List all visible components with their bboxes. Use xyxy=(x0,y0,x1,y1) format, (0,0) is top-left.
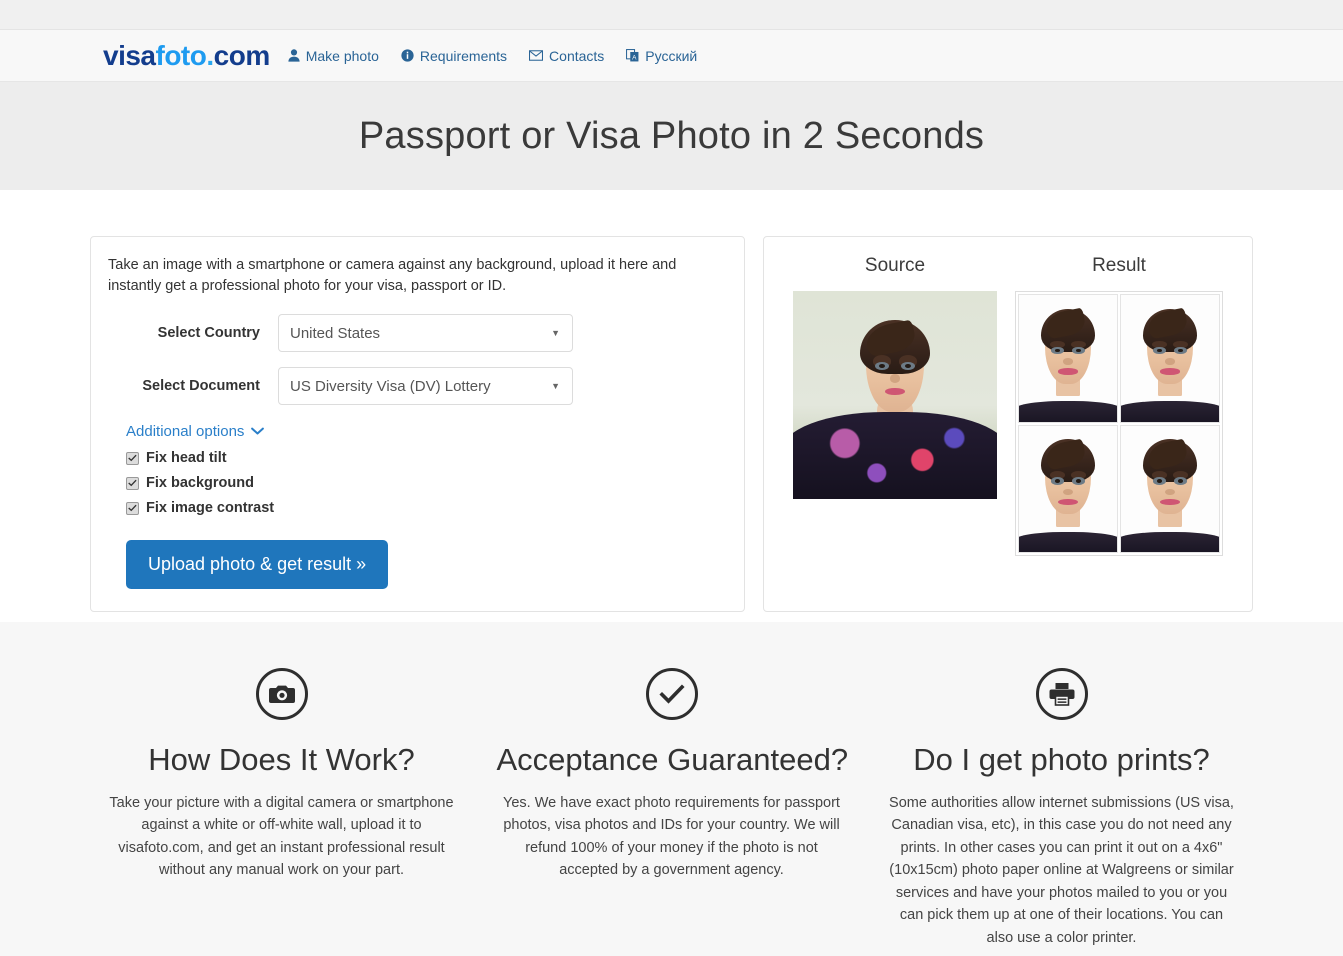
result-photo-4 xyxy=(1120,424,1220,553)
info-circle-icon xyxy=(401,49,414,62)
checkbox-fix-image-contrast[interactable] xyxy=(126,501,139,515)
feature-how-does-it-work: How Does It Work? Take your picture with… xyxy=(91,668,473,949)
option-fix-head-tilt[interactable]: Fix head tilt xyxy=(126,450,727,466)
feature-photo-prints: Do I get photo prints? Some authorities … xyxy=(871,668,1253,949)
browser-top-strip xyxy=(0,0,1343,30)
user-icon xyxy=(288,49,300,62)
logo-part-foto: foto xyxy=(155,39,207,71)
site-navbar: visafoto.com Make photo Requirements Con… xyxy=(0,30,1343,82)
document-label: Select Document xyxy=(142,378,260,395)
nav-label-contacts: Contacts xyxy=(549,47,605,64)
feature-text-how-does-it-work: Take your picture with a digital camera … xyxy=(109,795,454,879)
document-row: Select Document US Diversity Visa (DV) L… xyxy=(108,367,727,406)
result-photo-1 xyxy=(1018,294,1118,423)
envelope-icon xyxy=(529,50,544,61)
option-fix-background[interactable]: Fix background xyxy=(126,475,727,491)
country-row: Select Country United States ▼ xyxy=(108,314,727,353)
nav-item-russian[interactable]: A Русский xyxy=(626,48,697,64)
document-select[interactable]: US Diversity Visa (DV) Lottery ▼ xyxy=(278,367,573,406)
main-content: Take an image with a smartphone or camer… xyxy=(0,190,1343,622)
result-photo-2 xyxy=(1120,294,1220,423)
nav-links: Make photo Requirements Contacts A Русск… xyxy=(288,48,720,64)
page-title: Passport or Visa Photo in 2 Seconds xyxy=(358,114,985,157)
source-portrait-illustration xyxy=(793,291,997,499)
nav-item-contacts[interactable]: Contacts xyxy=(529,48,604,64)
checkbox-fix-head-tilt[interactable] xyxy=(126,451,139,465)
option-label-fix-image-contrast: Fix image contrast xyxy=(146,500,275,517)
document-select-value: US Diversity Visa (DV) Lottery xyxy=(290,377,491,395)
option-fix-image-contrast[interactable]: Fix image contrast xyxy=(126,500,727,516)
nav-label-make-photo: Make photo xyxy=(305,47,379,64)
feature-title-acceptance-guaranteed: Acceptance Guaranteed? xyxy=(496,742,849,777)
form-intro-text: Take an image with a smartphone or camer… xyxy=(108,257,677,295)
feature-text-photo-prints: Some authorities allow internet submissi… xyxy=(889,795,1234,946)
logo-part-com: com xyxy=(213,39,271,71)
feature-title-how-does-it-work: How Does It Work? xyxy=(148,742,415,777)
feature-acceptance-guaranteed: Acceptance Guaranteed? Yes. We have exac… xyxy=(481,668,863,949)
chevron-down-icon xyxy=(251,423,265,440)
feature-title-photo-prints: Do I get photo prints? xyxy=(913,742,1210,777)
option-label-fix-head-tilt: Fix head tilt xyxy=(146,450,227,467)
country-label: Select Country xyxy=(157,325,260,342)
source-title: Source xyxy=(864,255,926,276)
upload-photo-button[interactable]: Upload photo & get result » xyxy=(126,540,389,590)
chevron-down-icon: ▼ xyxy=(551,328,560,339)
country-select[interactable]: United States ▼ xyxy=(278,314,573,353)
camera-icon xyxy=(255,668,308,720)
logo-part-visa: visa xyxy=(103,39,156,71)
additional-options-label: Additional options xyxy=(126,423,245,441)
chevron-down-icon: ▼ xyxy=(551,381,560,392)
feature-text-acceptance-guaranteed: Yes. We have exact photo requirements fo… xyxy=(503,795,840,879)
country-select-value: United States xyxy=(290,324,381,342)
nav-item-requirements[interactable]: Requirements xyxy=(401,48,507,64)
features-section: How Does It Work? Take your picture with… xyxy=(0,622,1343,956)
site-logo[interactable]: visafoto.com xyxy=(103,39,271,71)
additional-options-section: Additional options Fix head tilt Fix bac… xyxy=(126,423,727,516)
printer-icon xyxy=(1035,668,1088,720)
check-circle-icon xyxy=(645,668,698,720)
nav-item-make-photo[interactable]: Make photo xyxy=(288,48,379,64)
option-label-fix-background: Fix background xyxy=(146,475,254,492)
result-column: Result xyxy=(1015,255,1223,591)
result-photo-3 xyxy=(1018,424,1118,553)
language-flag-icon: A xyxy=(626,49,639,62)
source-column: Source xyxy=(793,255,997,591)
source-photo xyxy=(793,291,997,499)
svg-text:A: A xyxy=(632,55,637,62)
nav-label-requirements: Requirements xyxy=(419,47,508,64)
additional-options-toggle[interactable]: Additional options xyxy=(126,423,265,441)
result-photo-grid xyxy=(1015,291,1223,556)
logo-part-dot: . xyxy=(206,39,214,71)
features-row: How Does It Work? Take your picture with… xyxy=(82,668,1262,949)
hero-banner: Passport or Visa Photo in 2 Seconds xyxy=(0,82,1343,190)
result-title: Result xyxy=(1092,255,1146,276)
nav-label-russian: Русский xyxy=(645,47,698,64)
upload-form-card: Take an image with a smartphone or camer… xyxy=(90,236,745,613)
checkbox-fix-background[interactable] xyxy=(126,476,139,490)
preview-card: Source Result xyxy=(763,236,1253,613)
